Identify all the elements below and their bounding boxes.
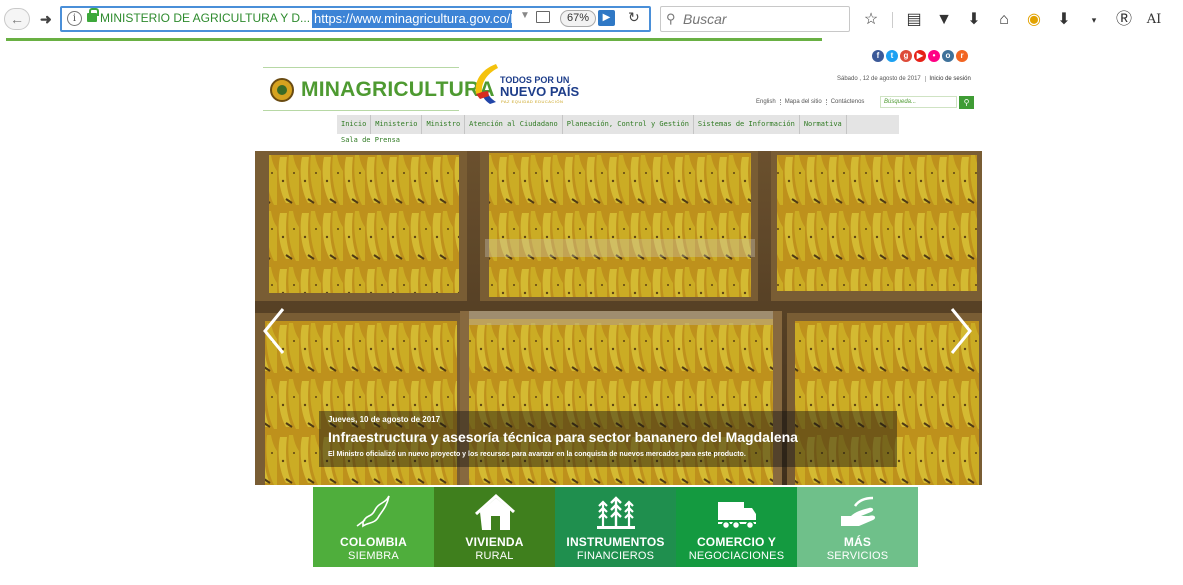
youtube-icon[interactable]: ▶ (914, 50, 926, 62)
home-icon[interactable]: ⌂ (995, 11, 1013, 29)
social-links: f t g ▶ • o r (872, 50, 968, 62)
service-tiles: COLOMBIA SIEMBRA VIVIENDA RURAL INSTRUME… (313, 487, 918, 567)
flickr-icon[interactable]: • (928, 50, 940, 62)
current-date: Sábado , 12 de agosto de 2017 (837, 76, 921, 82)
menu-item-ministerio[interactable]: Ministerio (371, 115, 423, 134)
next-slide-arrow[interactable] (948, 306, 974, 356)
chevron-down-icon[interactable]: ▾ (1085, 11, 1103, 29)
sitemap-link[interactable]: Mapa del sitio (781, 99, 827, 105)
news-slider[interactable]: Jueves, 10 de agosto de 2017 Infraestruc… (255, 151, 982, 485)
address-bar[interactable]: i MINISTERIO DE AGRICULTURA Y D... (CO) … (60, 6, 651, 32)
browser-search-input[interactable] (683, 10, 843, 28)
screenshot-icon[interactable]: ▶ (598, 10, 615, 26)
menu-item-ministro[interactable]: Ministro (422, 115, 466, 134)
reload-icon[interactable]: ↻ (628, 9, 640, 26)
menu-item-planeacion[interactable]: Planeación, Control y Gestión (563, 115, 694, 134)
menu-item-sala-de-prensa[interactable]: Sala de Prensa (341, 136, 400, 144)
forward-button[interactable]: ➜ (40, 9, 52, 29)
chevron-down-icon[interactable]: ▼ (520, 10, 530, 21)
login-link[interactable]: Inicio de sesión (925, 76, 974, 82)
crops-icon (597, 496, 635, 529)
back-button[interactable]: ← (4, 8, 30, 30)
menu-item-inicio[interactable]: Inicio (337, 115, 372, 134)
menu-item-sistemas[interactable]: Sistemas de Información (694, 115, 800, 134)
googleplus-icon[interactable]: g (900, 50, 912, 62)
tile-subtitle: RURAL (475, 550, 514, 562)
url-text[interactable]: https://www.minagricultura.gov.co/Pa (312, 10, 512, 28)
reader-view-icon[interactable] (536, 11, 550, 23)
tile-title: COMERCIO Y (696, 535, 777, 549)
tile-subtitle: SERVICIOS (826, 550, 889, 562)
tile-title: COLOMBIA (340, 535, 407, 549)
zoom-indicator[interactable]: 67% (560, 10, 597, 27)
tile-colombia-siembra[interactable]: COLOMBIA SIEMBRA (313, 487, 434, 567)
main-menu: Inicio Ministerio Ministro Atención al C… (337, 115, 899, 134)
info-icon[interactable]: i (67, 11, 82, 26)
site-search-button[interactable]: ⚲ (959, 96, 974, 109)
tile-mas-servicios[interactable]: MÁS SERVICIOS (797, 487, 918, 567)
slide-subtitle: El Ministro oficializó un nuevo proyecto… (328, 451, 746, 458)
tile-vivienda-rural[interactable]: VIVIENDA RURAL (434, 487, 555, 567)
house-icon (474, 493, 515, 530)
tile-title: MÁS (843, 535, 872, 549)
page-load-progress (6, 38, 822, 41)
browser-toolbar: ← ➜ i MINISTERIO DE AGRICULTURA Y D... (… (0, 0, 1183, 38)
tile-subtitle: FINANCIEROS (576, 550, 655, 562)
toolbar-icons: ☆ ▤ ▼ ⬇ ⌂ ◉ ⬇ ▾ Ⓡ AI ⋮ (862, 10, 1183, 30)
tile-instrumentos-financieros[interactable]: INSTRUMENTOS FINANCIEROS (555, 487, 676, 567)
w-extension-icon[interactable]: Ⓡ (1115, 11, 1133, 29)
header-date-line: Sábado , 12 de agosto de 2017 Inicio de … (834, 76, 974, 82)
tile-subtitle: NEGOCIACIONES (688, 550, 785, 562)
clipboard-icon[interactable]: ▤ (905, 11, 923, 29)
star-icon[interactable]: ☆ (862, 11, 880, 29)
rss-icon[interactable]: r (956, 50, 968, 62)
twitter-icon[interactable]: t (886, 50, 898, 62)
english-link[interactable]: English (752, 99, 781, 105)
menu-item-normativa[interactable]: Normativa (800, 115, 847, 134)
utility-links: English Mapa del sitio Contáctenos (752, 99, 868, 105)
colombia-map-icon (356, 495, 390, 528)
account-label[interactable]: AI (1145, 11, 1163, 29)
tile-subtitle: SIEMBRA (348, 550, 399, 562)
slide-caption[interactable]: Jueves, 10 de agosto de 2017 Infraestruc… (319, 411, 897, 467)
flag-brushstroke-icon (475, 64, 498, 104)
previous-slide-arrow[interactable] (261, 306, 287, 356)
hand-icon (841, 496, 876, 526)
download-icon[interactable]: ⬇ (965, 11, 983, 29)
download-arrow-icon[interactable]: ⬇ (1055, 11, 1073, 29)
site-search-input[interactable]: Búsqueda... (880, 96, 957, 108)
instagram-icon[interactable]: o (942, 50, 954, 62)
slide-date: Jueves, 10 de agosto de 2017 (328, 415, 441, 424)
government-brand[interactable]: TODOS POR UN NUEVO PAÍS PAZ EQUIDAD EDUC… (470, 62, 579, 112)
truck-icon (718, 502, 756, 530)
coat-of-arms-icon (270, 78, 294, 102)
search-icon: ⚲ (666, 11, 676, 26)
tile-title: INSTRUMENTOS (566, 535, 665, 549)
facebook-icon[interactable]: f (872, 50, 884, 62)
lock-icon[interactable] (87, 8, 99, 22)
pocket-icon[interactable]: ▼ (935, 11, 953, 29)
extension-icon[interactable]: ◉ (1025, 11, 1043, 29)
logo-text: MINAGRICULTURA (301, 78, 495, 101)
tile-comercio-negociaciones[interactable]: COMERCIO Y NEGOCIACIONES (676, 487, 797, 567)
slide-title[interactable]: Infraestructura y asesoría técnica para … (328, 429, 798, 445)
site-identity[interactable]: MINISTERIO DE AGRICULTURA Y D... (CO) (100, 11, 339, 25)
contact-link[interactable]: Contáctenos (827, 99, 869, 105)
divider (892, 12, 893, 28)
ministry-logo[interactable]: MINAGRICULTURA (263, 67, 495, 111)
menu-icon[interactable]: ⋮ (1175, 11, 1183, 29)
tile-title: VIVIENDA (465, 535, 524, 549)
brand-line-2: NUEVO PAÍS (500, 84, 580, 99)
browser-search-box[interactable]: ⚲ (660, 6, 850, 32)
menu-item-atencion[interactable]: Atención al Ciudadano (465, 115, 563, 134)
brand-line-3: PAZ EQUIDAD EDUCACIÓN (501, 99, 564, 104)
